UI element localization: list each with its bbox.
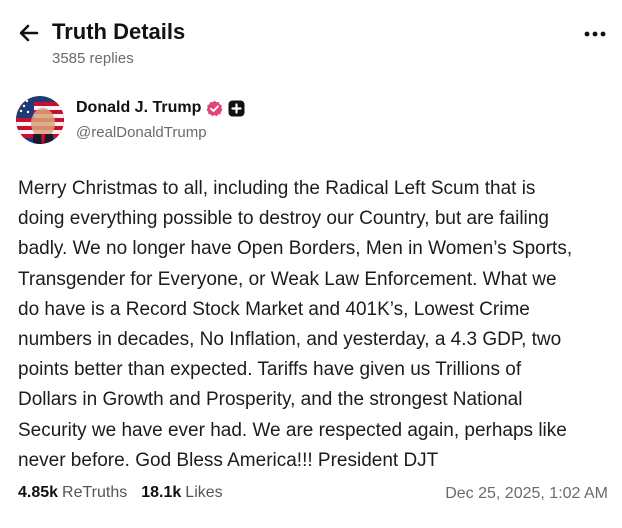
- author-handle[interactable]: @realDonaldTrump: [76, 124, 207, 141]
- retruths-count: 4.85k: [18, 484, 59, 501]
- retruths-label: ReTruths: [62, 484, 128, 501]
- post-author: Donald J. Trump @realDonaldTrump: [16, 96, 606, 148]
- post-stats: 4.85k ReTruths 18.1k Likes: [18, 484, 223, 502]
- author-name-row: Donald J. Trump: [76, 99, 245, 117]
- retruths-stat[interactable]: 4.85k ReTruths: [18, 484, 127, 502]
- more-options-button[interactable]: [580, 22, 610, 46]
- avatar[interactable]: [16, 96, 64, 144]
- post-text: Merry Christmas to all, including the Ra…: [18, 178, 573, 471]
- more-dots-icon: [584, 31, 606, 37]
- likes-count: 18.1k: [141, 484, 182, 501]
- post-timestamp: Dec 25, 2025, 1:02 AM: [445, 485, 608, 502]
- likes-label: Likes: [185, 484, 223, 501]
- page-header: Truth Details 3585 replies: [0, 0, 622, 80]
- author-name[interactable]: Donald J. Trump: [76, 99, 201, 117]
- back-button[interactable]: [14, 18, 44, 48]
- plus-badge-icon: [228, 100, 245, 117]
- likes-stat[interactable]: 18.1k Likes: [141, 484, 222, 502]
- reply-count: 3585 replies: [52, 50, 134, 67]
- page-title: Truth Details: [52, 19, 186, 44]
- arrow-left-icon: [19, 24, 39, 42]
- verified-badge-icon: [206, 100, 223, 117]
